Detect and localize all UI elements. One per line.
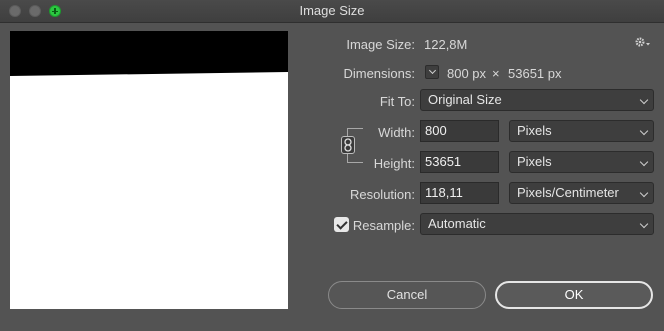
fit-to-value: Original Size xyxy=(428,92,502,107)
resample-checkbox[interactable] xyxy=(334,217,349,232)
width-unit-dropdown[interactable]: Pixels xyxy=(509,120,654,142)
image-size-label: Image Size: xyxy=(346,37,415,52)
fit-to-dropdown[interactable]: Original Size xyxy=(420,89,654,111)
dimensions-units-dropdown[interactable] xyxy=(425,65,439,79)
width-input[interactable]: 800 xyxy=(420,120,499,142)
cancel-button[interactable]: Cancel xyxy=(328,281,486,309)
preview-image xyxy=(10,31,288,76)
resolution-unit-value: Pixels/Centimeter xyxy=(517,185,619,200)
gear-icon[interactable] xyxy=(634,35,650,49)
dimensions-label: Dimensions: xyxy=(343,66,415,81)
width-label: Width: xyxy=(378,125,415,140)
height-unit-value: Pixels xyxy=(517,154,552,169)
resolution-label: Resolution: xyxy=(349,187,415,202)
fit-to-label: Fit To: xyxy=(379,94,415,109)
image-size-value: 122,8M xyxy=(424,37,468,52)
resolution-input[interactable]: 118,11 xyxy=(420,182,499,204)
chevron-down-icon xyxy=(639,95,649,105)
chain-link-icon[interactable] xyxy=(341,136,355,154)
height-label: Height: xyxy=(373,156,415,171)
height-input[interactable]: 53651 xyxy=(420,151,499,173)
chevron-down-icon xyxy=(639,126,649,136)
chevron-down-icon xyxy=(428,66,436,75)
ok-button[interactable]: OK xyxy=(495,281,653,309)
dimensions-height-value: 53651 px xyxy=(508,66,562,81)
resample-value: Automatic xyxy=(428,216,486,231)
image-preview[interactable] xyxy=(10,31,288,309)
window-title: Image Size xyxy=(299,3,365,18)
resample-label: Resample: xyxy=(352,218,415,233)
dimensions-separator: × xyxy=(492,66,500,81)
dimensions-width-value: 800 px xyxy=(447,66,487,81)
chevron-down-icon xyxy=(639,188,649,198)
width-unit-value: Pixels xyxy=(517,123,552,138)
resample-dropdown[interactable]: Automatic xyxy=(420,213,654,235)
resolution-unit-dropdown[interactable]: Pixels/Centimeter xyxy=(509,182,654,204)
height-unit-dropdown[interactable]: Pixels xyxy=(509,151,654,173)
chevron-down-icon xyxy=(639,157,649,167)
title-bar: Image Size xyxy=(0,0,664,23)
chevron-down-icon xyxy=(639,219,649,229)
